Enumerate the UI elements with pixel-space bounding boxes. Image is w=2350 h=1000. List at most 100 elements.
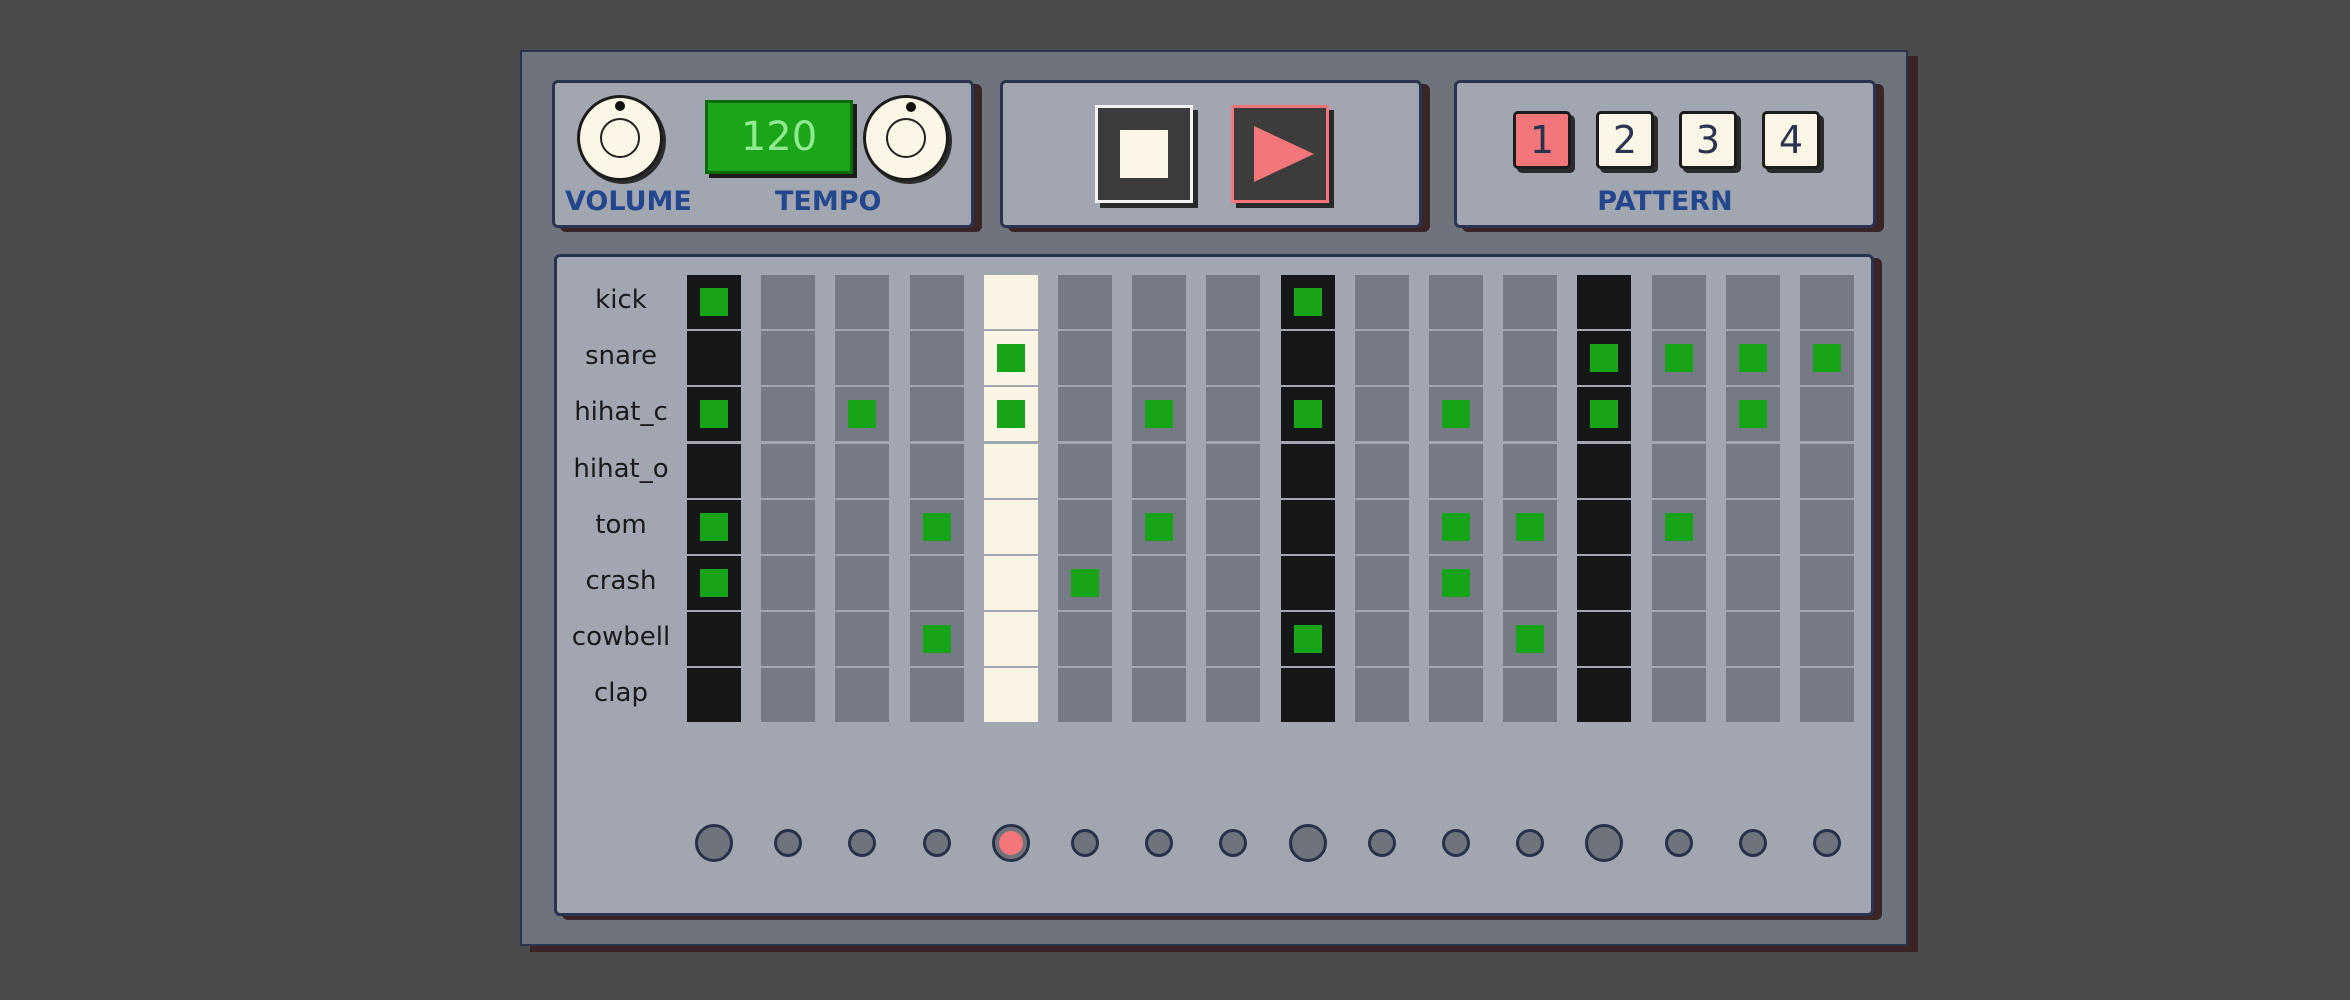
step-cell-hihat_o-6[interactable] [1058,443,1112,498]
stop-button[interactable] [1095,105,1193,203]
step-cell-cowbell-10[interactable] [1354,612,1409,667]
step-cell-kick-10[interactable] [1354,275,1409,329]
step-cell-crash-2[interactable] [761,556,816,610]
pattern-button-2[interactable]: 2 [1596,111,1654,169]
step-cell-kick-4[interactable] [909,275,964,329]
pattern-button-4[interactable]: 4 [1762,111,1820,169]
step-cell-hihat_c-4[interactable] [909,387,964,442]
step-cell-clap-5[interactable] [983,668,1038,723]
step-cell-crash-13[interactable] [1577,556,1632,610]
volume-knob[interactable] [577,95,663,181]
step-cell-kick-13[interactable] [1577,275,1632,329]
step-cell-crash-10[interactable] [1354,556,1409,610]
step-cell-kick-9[interactable] [1280,275,1335,329]
step-cell-hihat_c-12[interactable] [1503,387,1558,442]
step-cell-clap-3[interactable] [835,668,890,723]
step-cell-snare-15[interactable] [1725,331,1780,386]
step-cell-hihat_o-8[interactable] [1206,443,1261,498]
step-cell-hihat_c-9[interactable] [1280,387,1335,442]
step-cell-cowbell-3[interactable] [835,612,890,667]
step-cell-snare-4[interactable] [909,331,964,386]
step-cell-hihat_c-16[interactable] [1800,387,1854,442]
step-cell-tom-15[interactable] [1725,499,1780,554]
step-cell-tom-1[interactable] [687,499,741,554]
step-cell-tom-11[interactable] [1429,499,1483,554]
step-cell-hihat_o-16[interactable] [1800,443,1854,498]
step-cell-snare-12[interactable] [1503,331,1558,386]
step-cell-cowbell-11[interactable] [1429,612,1483,667]
step-cell-hihat_c-5[interactable] [983,387,1038,442]
step-cell-hihat_o-2[interactable] [761,443,816,498]
step-cell-hihat_o-7[interactable] [1132,443,1187,498]
step-cell-snare-6[interactable] [1058,331,1112,386]
pattern-button-3[interactable]: 3 [1679,111,1737,169]
step-cell-clap-8[interactable] [1206,668,1261,723]
step-cell-snare-10[interactable] [1354,331,1409,386]
step-cell-snare-9[interactable] [1280,331,1335,386]
step-cell-crash-16[interactable] [1800,556,1854,610]
step-cell-kick-12[interactable] [1503,275,1558,329]
step-cell-clap-4[interactable] [909,668,964,723]
step-cell-tom-12[interactable] [1503,499,1558,554]
step-cell-crash-9[interactable] [1280,556,1335,610]
step-cell-clap-11[interactable] [1429,668,1483,723]
step-cell-hihat_o-9[interactable] [1280,443,1335,498]
step-cell-cowbell-6[interactable] [1058,612,1112,667]
step-cell-kick-6[interactable] [1058,275,1112,329]
step-cell-cowbell-12[interactable] [1503,612,1558,667]
step-cell-hihat_c-10[interactable] [1354,387,1409,442]
step-cell-tom-4[interactable] [909,499,964,554]
step-cell-tom-10[interactable] [1354,499,1409,554]
step-cell-tom-13[interactable] [1577,499,1632,554]
step-cell-hihat_o-1[interactable] [687,443,741,498]
step-cell-kick-11[interactable] [1429,275,1483,329]
step-cell-tom-14[interactable] [1651,499,1706,554]
step-cell-hihat_c-2[interactable] [761,387,816,442]
step-cell-cowbell-9[interactable] [1280,612,1335,667]
step-cell-snare-5[interactable] [983,331,1038,386]
step-cell-hihat_o-3[interactable] [835,443,890,498]
step-cell-clap-16[interactable] [1800,668,1854,723]
step-cell-clap-2[interactable] [761,668,816,723]
step-cell-hihat_o-10[interactable] [1354,443,1409,498]
step-cell-cowbell-16[interactable] [1800,612,1854,667]
step-cell-snare-14[interactable] [1651,331,1706,386]
step-cell-snare-11[interactable] [1429,331,1483,386]
step-cell-cowbell-4[interactable] [909,612,964,667]
step-cell-crash-7[interactable] [1132,556,1187,610]
play-button[interactable] [1231,105,1329,203]
step-cell-kick-16[interactable] [1800,275,1854,329]
step-cell-hihat_c-13[interactable] [1577,387,1632,442]
step-cell-hihat_c-1[interactable] [687,387,741,442]
step-cell-crash-11[interactable] [1429,556,1483,610]
step-cell-hihat_c-3[interactable] [835,387,890,442]
step-cell-snare-16[interactable] [1800,331,1854,386]
step-cell-tom-2[interactable] [761,499,816,554]
step-cell-cowbell-14[interactable] [1651,612,1706,667]
step-cell-clap-13[interactable] [1577,668,1632,723]
step-cell-kick-14[interactable] [1651,275,1706,329]
step-cell-hihat_o-5[interactable] [983,443,1038,498]
step-cell-snare-13[interactable] [1577,331,1632,386]
pattern-button-1[interactable]: 1 [1513,111,1571,169]
step-cell-crash-12[interactable] [1503,556,1558,610]
step-cell-hihat_c-8[interactable] [1206,387,1261,442]
step-cell-kick-7[interactable] [1132,275,1187,329]
step-cell-cowbell-15[interactable] [1725,612,1780,667]
step-cell-clap-14[interactable] [1651,668,1706,723]
step-cell-tom-9[interactable] [1280,499,1335,554]
step-cell-hihat_o-14[interactable] [1651,443,1706,498]
step-cell-kick-15[interactable] [1725,275,1780,329]
step-cell-clap-6[interactable] [1058,668,1112,723]
step-cell-hihat_c-7[interactable] [1132,387,1187,442]
step-cell-crash-15[interactable] [1725,556,1780,610]
step-cell-cowbell-1[interactable] [687,612,741,667]
step-cell-tom-16[interactable] [1800,499,1854,554]
step-cell-tom-3[interactable] [835,499,890,554]
step-cell-clap-10[interactable] [1354,668,1409,723]
step-cell-tom-8[interactable] [1206,499,1261,554]
step-cell-snare-8[interactable] [1206,331,1261,386]
step-cell-hihat_o-11[interactable] [1429,443,1483,498]
step-cell-clap-7[interactable] [1132,668,1187,723]
step-cell-snare-7[interactable] [1132,331,1187,386]
